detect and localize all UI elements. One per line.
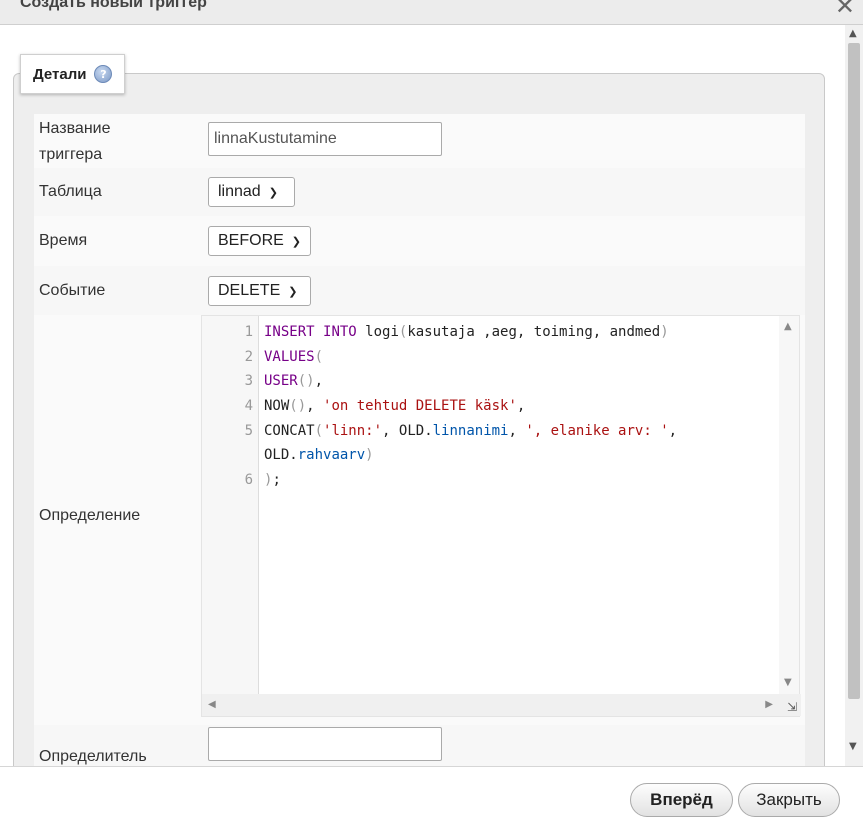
details-legend: Детали ? [20, 54, 126, 94]
definer-label: Определитель [39, 748, 147, 765]
row-table: Таблица linnad ❯ [34, 168, 805, 216]
time-label: Время [39, 232, 88, 249]
resize-grip-icon[interactable]: ⇲ [787, 700, 797, 714]
event-label: Событие [39, 282, 106, 299]
code-line: OLD.rahvaarv) [264, 447, 374, 463]
scroll-up-icon[interactable]: ▲ [849, 28, 857, 39]
dialog-title: Создать новый триггер [20, 0, 207, 11]
definition-label: Определение [39, 507, 141, 524]
line-number: 2 [244, 349, 253, 365]
next-button[interactable]: Вперёд [630, 783, 733, 817]
line-number: 6 [244, 472, 253, 488]
line-number: 3 [244, 373, 253, 389]
editor-vertical-scrollbar[interactable]: ▲ ▼ [779, 316, 799, 694]
dialog-scrollbar[interactable]: ▲ ▼ [845, 25, 863, 766]
chevron-down-icon: ❯ [268, 186, 278, 199]
scroll-right-icon[interactable]: ▶ [765, 699, 773, 710]
scroll-down-icon[interactable]: ▼ [849, 741, 857, 752]
close-icon[interactable]: ✕ [835, 0, 855, 20]
trigger-name-label: Название триггера [39, 120, 111, 163]
table-select[interactable]: linnad ❯ [208, 177, 295, 207]
table-select-value: linnad [218, 183, 261, 200]
row-time: Время BEFORE ❯ [34, 216, 805, 266]
dialog-footer: Вперёд Закрыть [0, 766, 863, 818]
code-line: INSERT INTO logi(kasutaja ,aeg, toiming,… [264, 324, 669, 340]
line-number-gutter: 1 2 3 4 5 6 [202, 316, 259, 694]
code-line: NOW(), 'on tehtud DELETE käsk', [264, 398, 526, 414]
code-line: USER(), [264, 373, 324, 389]
code-line: VALUES( [264, 349, 324, 365]
editor-horizontal-scrollbar[interactable]: ◀ ▶ [202, 694, 801, 716]
code-line: ); [264, 472, 281, 488]
dialog-titlebar: Создать новый триггер ✕ [0, 0, 863, 25]
chevron-down-icon: ❯ [291, 235, 302, 248]
time-select-value: BEFORE [218, 232, 284, 249]
chevron-down-icon: ❯ [288, 285, 298, 298]
row-definer: Определитель [34, 725, 805, 766]
line-number: 5 [244, 423, 253, 439]
details-legend-label: Детали [33, 65, 87, 83]
row-trigger-name: Название триггера linnaKustutamine [34, 114, 805, 168]
definition-code-editor[interactable]: 1 2 3 4 5 6 INSERT INTO logi(kasutaja ,a… [201, 315, 801, 717]
dialog-content: Детали ? Название триггера linnaKustutami… [0, 25, 845, 766]
help-icon[interactable]: ? [94, 65, 113, 83]
event-select-value: DELETE [218, 282, 281, 299]
definer-input[interactable] [208, 727, 442, 761]
event-select[interactable]: DELETE ❯ [208, 276, 311, 306]
scroll-left-icon[interactable]: ◀ [208, 699, 216, 710]
trigger-name-input[interactable]: linnaKustutamine [208, 122, 442, 156]
time-select[interactable]: BEFORE ❯ [208, 226, 311, 256]
row-event: Событие DELETE ❯ [34, 266, 805, 315]
table-label: Таблица [39, 183, 102, 200]
line-number: 4 [244, 398, 253, 414]
close-button[interactable]: Закрыть [738, 783, 840, 817]
code-line: CONCAT('linn:', OLD.linnanimi, ', elanik… [264, 423, 678, 439]
scrollbar-thumb[interactable] [848, 43, 860, 699]
line-number: 1 [244, 324, 253, 340]
scroll-up-icon[interactable]: ▲ [784, 321, 792, 332]
scroll-down-icon[interactable]: ▼ [784, 677, 792, 688]
